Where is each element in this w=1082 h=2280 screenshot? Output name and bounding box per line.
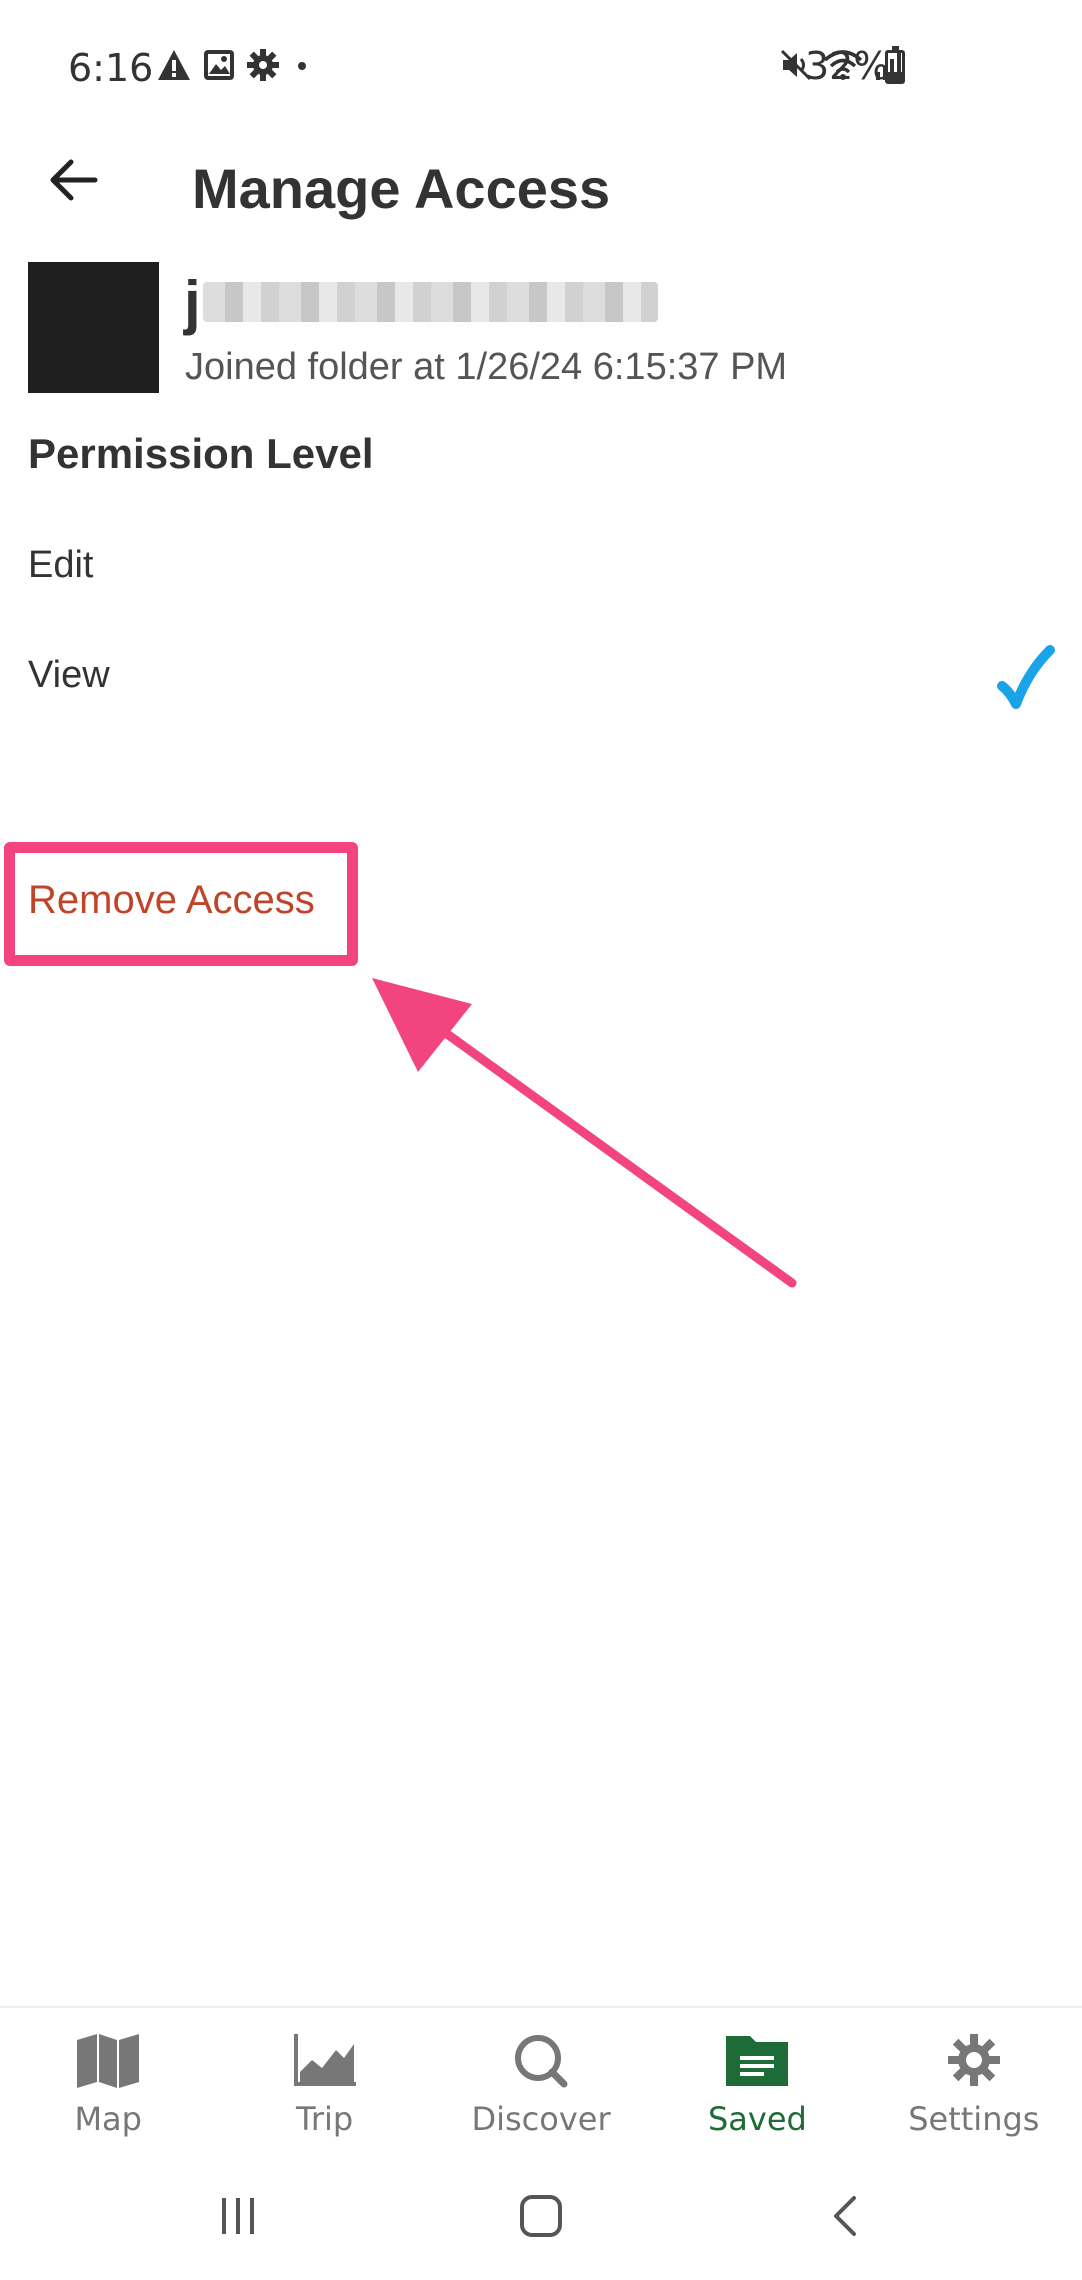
annotation-highlight-box <box>4 842 358 966</box>
back-icon <box>830 2194 860 2243</box>
bottom-navigation: Map Trip Discover Saved Settings <box>0 2006 1082 2156</box>
image-icon <box>202 48 236 87</box>
gear-icon <box>246 48 280 87</box>
annotation-arrow <box>372 978 797 1288</box>
status-icons-left <box>156 48 314 87</box>
nav-item-settings[interactable]: Settings <box>866 2008 1082 2156</box>
user-name-initial: j <box>184 268 201 336</box>
permission-option-view[interactable]: View <box>0 630 1082 726</box>
status-bar: 6:16 32% <box>0 0 1082 136</box>
system-back-button[interactable] <box>815 2188 875 2248</box>
battery-icon <box>885 46 905 84</box>
warning-icon <box>156 48 192 87</box>
page-title: Manage Access <box>192 157 611 220</box>
arrow-left-icon[interactable] <box>49 158 99 207</box>
nav-label: Discover <box>471 2100 611 2138</box>
home-button[interactable] <box>511 2188 571 2248</box>
folder-icon <box>724 2032 790 2088</box>
dot-icon <box>290 48 314 87</box>
nav-item-discover[interactable]: Discover <box>433 2008 649 2156</box>
user-name-redacted <box>202 282 658 322</box>
permission-option-label: Edit <box>28 544 94 586</box>
nav-label: Saved <box>707 2100 807 2138</box>
nav-label: Map <box>74 2100 142 2138</box>
battery-percentage: 32% <box>805 44 890 88</box>
gear-icon <box>941 2032 1007 2088</box>
battery-fill <box>888 72 902 81</box>
search-icon <box>508 2032 574 2088</box>
chart-icon <box>292 2032 358 2088</box>
nav-item-saved[interactable]: Saved <box>649 2008 865 2156</box>
checkmark-icon <box>996 642 1056 714</box>
nav-item-trip[interactable]: Trip <box>216 2008 432 2156</box>
map-icon <box>75 2032 141 2088</box>
permission-option-edit[interactable]: Edit <box>0 520 1082 616</box>
home-icon <box>518 2193 564 2244</box>
recents-button[interactable] <box>208 2188 268 2248</box>
permission-level-heading: Permission Level <box>28 430 374 477</box>
avatar <box>28 262 159 393</box>
user-name: j <box>184 268 658 336</box>
permission-option-label: View <box>28 654 110 696</box>
status-time: 6:16 <box>68 46 154 90</box>
nav-label: Settings <box>908 2100 1040 2138</box>
nav-item-map[interactable]: Map <box>0 2008 216 2156</box>
nav-label: Trip <box>296 2100 354 2138</box>
recents-icon <box>216 2196 260 2241</box>
system-navigation <box>0 2156 1082 2280</box>
joined-date-text: Joined folder at 1/26/24 6:15:37 PM <box>185 346 788 388</box>
back-button[interactable] <box>44 152 104 212</box>
